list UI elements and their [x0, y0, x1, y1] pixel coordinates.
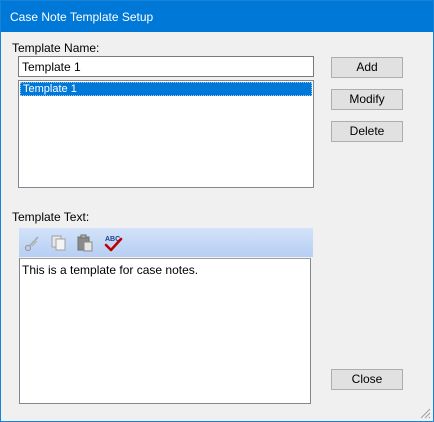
list-item[interactable]: Template 1	[20, 82, 312, 96]
copy-icon[interactable]	[49, 233, 69, 253]
dialog-window: Case Note Template Setup Template Name: …	[0, 0, 434, 422]
title-bar[interactable]: Case Note Template Setup	[1, 1, 433, 32]
template-name-label: Template Name:	[12, 41, 100, 55]
template-name-input[interactable]: Template 1	[18, 56, 314, 77]
list-item-label: Template 1	[23, 83, 77, 95]
delete-button[interactable]: Delete	[331, 121, 403, 142]
spell-check-icon[interactable]: ABC	[103, 233, 123, 253]
template-name-value: Template 1	[22, 60, 81, 74]
add-button[interactable]: Add	[331, 57, 403, 78]
template-list[interactable]: Template 1	[18, 80, 314, 188]
template-text-content: This is a template for case notes.	[22, 263, 199, 277]
paste-icon[interactable]	[75, 233, 95, 253]
template-text-editor[interactable]: This is a template for case notes.	[19, 258, 311, 404]
resize-grip-icon[interactable]	[419, 407, 431, 419]
editor-toolbar: ABC	[19, 228, 313, 257]
modify-button[interactable]: Modify	[331, 89, 403, 110]
cut-icon[interactable]	[23, 233, 43, 253]
template-text-label: Template Text:	[12, 210, 90, 224]
close-button[interactable]: Close	[331, 369, 403, 390]
window-title: Case Note Template Setup	[10, 10, 154, 24]
